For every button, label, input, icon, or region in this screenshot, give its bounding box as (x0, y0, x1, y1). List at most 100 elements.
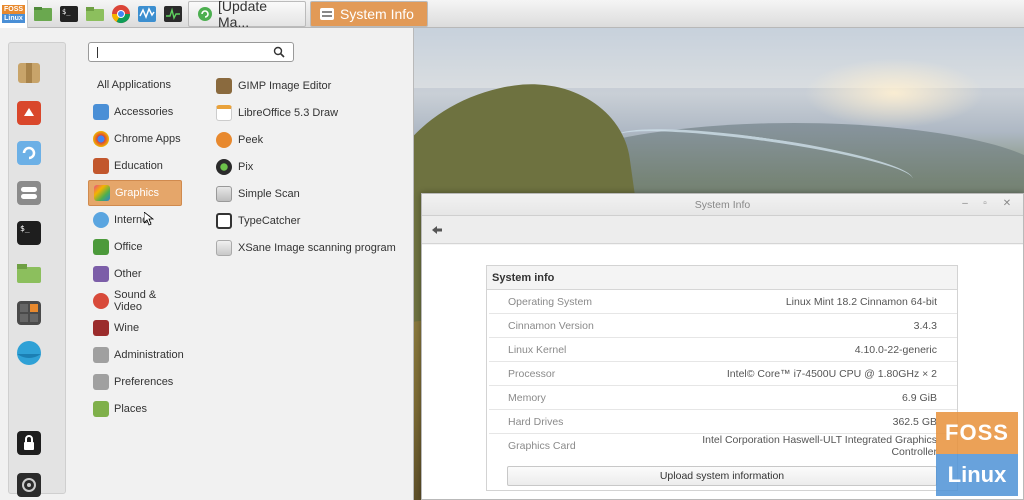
settings-toggle-icon[interactable] (16, 180, 42, 206)
folder-icon[interactable] (84, 3, 106, 25)
system-monitor-icon[interactable] (136, 3, 158, 25)
app-label: XSane Image scanning program (238, 241, 396, 254)
activity-monitor-icon[interactable] (162, 3, 184, 25)
info-key: Operating System (508, 295, 593, 308)
firefox-icon[interactable] (16, 100, 42, 126)
folder-icon[interactable] (16, 260, 42, 286)
category-accessories[interactable]: Accessories (88, 99, 182, 125)
window-titlebar[interactable]: System Info – ▫ ✕ (422, 194, 1023, 216)
peek-icon (216, 131, 232, 148)
logout-icon[interactable] (16, 472, 42, 498)
app-xsane[interactable]: XSane Image scanning program (212, 234, 402, 261)
back-arrow-icon[interactable] (430, 223, 444, 237)
info-value: Intel© Core™ i7-4500U CPU @ 1.80GHz × 2 (726, 367, 937, 380)
info-key: Linux Kernel (508, 343, 567, 356)
text-caret (97, 47, 98, 58)
system-info-window: System Info – ▫ ✕ System info Operating … (421, 193, 1024, 500)
libreoffice-draw-icon (216, 104, 232, 121)
category-administration[interactable]: Administration (88, 342, 184, 368)
update-icon[interactable] (16, 140, 42, 166)
category-label: Education (114, 160, 163, 172)
pix-icon (216, 158, 232, 175)
chrome-icon[interactable] (110, 3, 132, 25)
category-preferences[interactable]: Preferences (88, 369, 182, 395)
menu-logo-bottom: Linux (2, 13, 25, 23)
terminal-icon[interactable]: $_ (58, 3, 80, 25)
menu-logo-top: FOSS (1, 4, 26, 14)
other-icon (93, 266, 109, 282)
minimize-button[interactable]: – (959, 198, 971, 210)
wine-icon (93, 320, 109, 336)
fosslinux-watermark-logo: FOSS Linux (936, 412, 1018, 496)
info-row: Linux Kernel 4.10.0-22-generic (489, 338, 957, 362)
category-places[interactable]: Places (88, 396, 182, 422)
chrome-apps-icon (93, 131, 109, 147)
update-manager-icon (197, 6, 213, 22)
svg-text:$_: $_ (62, 8, 71, 16)
app-label: LibreOffice 5.3 Draw (238, 106, 339, 119)
category-office[interactable]: Office (88, 234, 182, 260)
info-row: Graphics Card Intel Corporation Haswell-… (489, 434, 957, 458)
task-update-manager[interactable]: [Update Ma... (188, 0, 306, 30)
category-list: All Applications Accessories Chrome Apps… (88, 72, 184, 423)
simple-scan-icon (216, 185, 232, 202)
category-label: All Applications (97, 79, 171, 91)
terminal-icon[interactable]: $_ (16, 220, 42, 246)
app-simple-scan[interactable]: Simple Scan (212, 180, 402, 207)
window-toolbar (422, 216, 1023, 244)
category-label: Administration (114, 349, 184, 361)
app-pix[interactable]: Pix (212, 153, 402, 180)
svg-text:$_: $_ (20, 224, 30, 233)
folder-green-icon[interactable] (32, 3, 54, 25)
browser-icon[interactable] (16, 340, 42, 366)
category-label: Other (114, 268, 142, 280)
upload-system-information-button[interactable]: Upload system information (507, 466, 937, 486)
app-typecatcher[interactable]: TypeCatcher (212, 207, 402, 234)
category-sound-video[interactable]: Sound & Video (88, 288, 182, 314)
accessories-icon (93, 104, 109, 120)
app-gimp[interactable]: GIMP Image Editor (212, 72, 402, 99)
category-label: Graphics (115, 187, 160, 199)
category-label: Office (114, 241, 143, 253)
app-peek[interactable]: Peek (212, 126, 402, 153)
category-wine[interactable]: Wine (88, 315, 182, 341)
category-all-applications[interactable]: All Applications (88, 72, 182, 98)
graphics-icon (94, 185, 110, 201)
calculator-icon[interactable] (16, 300, 42, 326)
archive-manager-icon[interactable] (16, 60, 42, 86)
info-key: Graphics Card (508, 440, 576, 452)
typecatcher-icon (216, 212, 232, 229)
top-panel: FOSS Linux $_ [Update Ma... System Info (0, 0, 1024, 30)
info-key: Hard Drives (508, 415, 564, 428)
places-folder-icon (93, 401, 109, 417)
category-other[interactable]: Other (88, 261, 182, 287)
info-value: Linux Mint 18.2 Cinnamon 64-bit (785, 295, 937, 308)
menu-button[interactable]: FOSS Linux (0, 0, 28, 28)
info-value: 6.9 GiB (901, 391, 937, 404)
category-label: Chrome Apps (114, 133, 181, 145)
gimp-icon (216, 77, 232, 94)
lock-screen-icon[interactable] (16, 430, 42, 456)
category-internet[interactable]: Internet (88, 207, 182, 233)
info-key: Memory (508, 391, 546, 404)
info-value: 362.5 GB (892, 415, 937, 428)
category-graphics[interactable]: Graphics (88, 180, 182, 206)
sound-video-icon (93, 293, 109, 309)
info-value: Intel Corporation Haswell-ULT Integrated… (702, 434, 937, 458)
internet-icon (93, 212, 109, 228)
category-education[interactable]: Education (88, 153, 182, 179)
task-system-info[interactable]: System Info (310, 0, 428, 27)
window-title: System Info (694, 199, 751, 211)
app-label: Peek (238, 133, 264, 146)
info-row: Cinnamon Version 3.4.3 (489, 314, 957, 338)
search-input[interactable] (88, 42, 294, 62)
category-label: Wine (114, 322, 140, 334)
search-icon[interactable] (273, 46, 285, 58)
system-info-icon (319, 6, 335, 22)
app-libreoffice-draw[interactable]: LibreOffice 5.3 Draw (212, 99, 402, 126)
close-button[interactable]: ✕ (1001, 198, 1013, 210)
category-label: Accessories (114, 106, 174, 118)
app-label: Pix (238, 160, 254, 173)
maximize-button[interactable]: ▫ (979, 198, 991, 210)
category-chrome-apps[interactable]: Chrome Apps (88, 126, 182, 152)
